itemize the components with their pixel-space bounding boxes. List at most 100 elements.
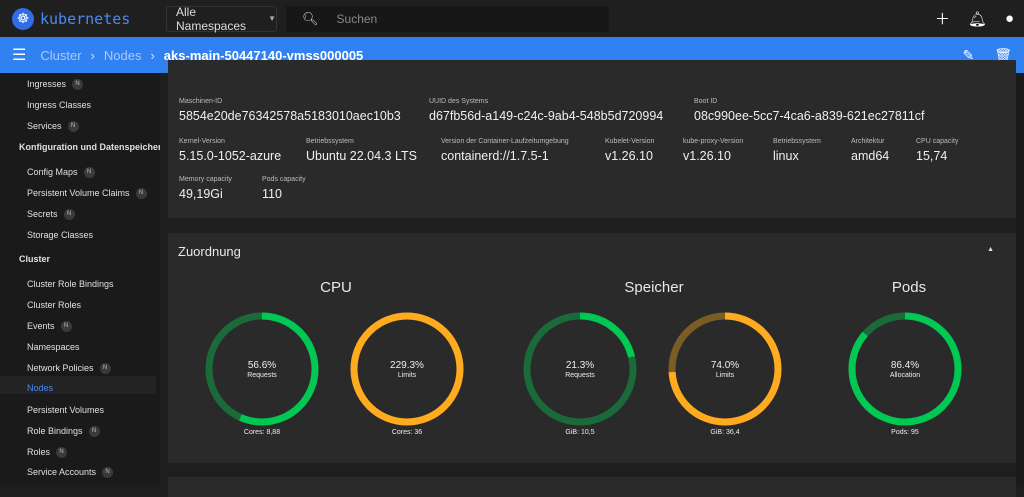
top-bar: ☸ kubernetes Alle Namespaces ▼ 🔍︎ Suchen ＋…: [0, 0, 1024, 37]
gauge-percent: 86.4%: [890, 359, 920, 371]
field-value: 110: [262, 187, 282, 201]
namespace-value: Alle Namespaces: [176, 4, 247, 33]
field-value: v1.26.10: [605, 149, 653, 163]
notifications-bell-icon[interactable]: 🔔︎: [968, 10, 987, 28]
gauge-limits: 74.0% Limits: [667, 311, 783, 427]
sidebar-item[interactable]: Roles N: [27, 445, 68, 459]
sidebar-item-label: Konfiguration und Datenspeicherung: [19, 142, 160, 152]
sidebar-item[interactable]: Nodes: [27, 381, 53, 395]
info-field: Betriebssystem linux: [773, 138, 821, 163]
sidebar-item-label: Ingresses: [27, 79, 67, 89]
sidebar-item-label: Cluster Roles: [27, 300, 82, 310]
field-value: 15,74: [916, 149, 948, 163]
info-field: UUID des Systems d67fb56d-a149-c24c-9ab4-…: [429, 98, 663, 123]
info-field: Kubelet-Version v1.26.10: [605, 138, 654, 163]
namespaced-badge: N: [63, 208, 75, 220]
sidebar-item-label: Events: [27, 321, 55, 331]
info-field: Pods capacity 110: [262, 176, 306, 201]
info-field: kube-proxy-Version v1.26.10: [683, 138, 743, 163]
field-value: linux: [773, 149, 799, 163]
field-value: 49,19Gi: [179, 187, 223, 201]
field-value: v1.26.10: [683, 149, 731, 163]
sidebar-item-label: Network Policies: [27, 363, 94, 373]
add-icon[interactable]: ＋: [935, 8, 950, 29]
search-input[interactable]: 🔍︎ Suchen: [286, 5, 609, 32]
scrollbar[interactable]: [1016, 73, 1024, 487]
namespaced-badge: N: [72, 78, 84, 90]
sidebar-item[interactable]: Namespaces: [27, 340, 80, 354]
pods-title: Pods: [891, 279, 927, 296]
breadcrumb-nodes[interactable]: Nodes: [104, 48, 142, 63]
account-icon[interactable]: ●: [1005, 10, 1014, 27]
namespaced-badge: N: [60, 320, 72, 332]
gauge-footer: Pods: 95: [891, 429, 919, 436]
field-label: Version der Container-Laufzeitumgebung: [441, 138, 569, 145]
info-field: Version der Container-Laufzeitumgebung co…: [441, 138, 569, 163]
sidebar-item[interactable]: Service Accounts N: [27, 465, 114, 479]
info-field: CPU capacity 15,74: [916, 138, 958, 163]
field-label: Betriebssystem: [773, 138, 821, 145]
info-field: Kernel-Version 5.15.0-1052-azure: [179, 138, 281, 163]
sidebar-item[interactable]: Persistent Volume Claims N: [27, 186, 147, 200]
allocation-card: Zuordnung ▲ CPU Speicher Pods 56.6% Reque…: [168, 233, 1016, 463]
gauge-percent: 21.3%: [565, 359, 595, 371]
sidebar-item-label: Roles: [27, 447, 51, 457]
next-card: [168, 477, 1016, 497]
field-label: Kernel-Version: [179, 138, 225, 145]
collapse-arrow-icon[interactable]: ▲: [987, 246, 994, 253]
chevron-right-icon: ›: [90, 47, 95, 63]
gauge-limits: 229.3% Limits: [349, 311, 465, 427]
caret-down-icon: ▼: [268, 14, 276, 23]
gauge-label: Requests: [247, 371, 277, 379]
gauge-percent: 56.6%: [247, 359, 277, 371]
sidebar-item[interactable]: Events N: [27, 319, 72, 333]
system-info-card: Maschinen-ID 5854e20de76342578a5183010aec…: [168, 60, 1016, 218]
field-label: Memory capacity: [179, 176, 232, 183]
gauge-label: Requests: [565, 371, 595, 379]
sidebar-item[interactable]: Ingresses N: [27, 77, 84, 91]
field-label: kube-proxy-Version: [683, 138, 744, 145]
sidebar-item[interactable]: Cluster Role Bindings: [27, 277, 114, 291]
sidebar-item[interactable]: Role Bindings N: [27, 424, 100, 438]
search-placeholder: Suchen: [336, 11, 378, 26]
kubernetes-logo[interactable]: ☸ kubernetes: [12, 7, 166, 30]
field-value: containerd://1.7.5-1: [441, 149, 549, 163]
info-field: Boot ID 08c990ee-5cc7-4ca6-a839-621ec2781…: [694, 98, 925, 123]
helm-wheel-icon: ☸: [12, 7, 34, 30]
breadcrumb-cluster[interactable]: Cluster: [40, 48, 81, 63]
search-icon: 🔍︎: [302, 10, 319, 26]
namespaced-badge: N: [99, 362, 111, 374]
sidebar-item[interactable]: Network Policies N: [27, 361, 111, 375]
chevron-right-icon: ›: [150, 47, 155, 63]
gauge-footer: Cores: 36: [391, 429, 423, 436]
sidebar-item[interactable]: Services N: [27, 119, 79, 133]
sidebar-item-label: Persistent Volumes: [27, 405, 105, 415]
gauge-label: Limits: [715, 371, 735, 379]
sidebar-item-label: Role Bindings: [27, 426, 83, 436]
namespaced-badge: N: [56, 446, 68, 458]
brand-name: kubernetes: [40, 9, 131, 28]
namespace-select[interactable]: Alle Namespaces ▼: [166, 4, 277, 33]
field-label: UUID des Systems: [429, 98, 489, 105]
sidebar-item[interactable]: Config Maps N: [27, 165, 95, 179]
info-field: Maschinen-ID 5854e20de76342578a5183010aec…: [179, 98, 401, 123]
gauge-percent: 74.0%: [710, 359, 740, 371]
gauge-percent: 229.3%: [390, 359, 424, 371]
sidebar: Ingresses N Ingress Classes Services N Konfig…: [0, 73, 160, 487]
sidebar-item[interactable]: Ingress Classes: [27, 98, 91, 112]
sidebar-item[interactable]: Cluster Roles: [27, 298, 81, 312]
gauge-footer: Cores: 8,88: [243, 429, 281, 436]
sidebar-item-label: Persistent Volume Claims: [27, 188, 130, 198]
sidebar-item[interactable]: Secrets N: [27, 207, 75, 221]
sidebar-item-label: Ingress Classes: [27, 100, 92, 110]
field-label: Maschinen-ID: [179, 98, 223, 105]
namespaced-badge: N: [88, 425, 100, 437]
sidebar-item[interactable]: Storage Classes: [27, 228, 93, 242]
sidebar-item[interactable]: Persistent Volumes: [27, 403, 104, 417]
menu-icon[interactable]: ☰: [12, 45, 26, 65]
sidebar-item-label: Namespaces: [27, 342, 80, 352]
field-value: 5854e20de76342578a5183010aec10b3: [179, 109, 401, 123]
sidebar-item-label: Cluster: [19, 254, 51, 264]
field-value: 5.15.0-1052-azure: [179, 149, 282, 163]
sidebar-section-header: Cluster: [19, 252, 50, 266]
